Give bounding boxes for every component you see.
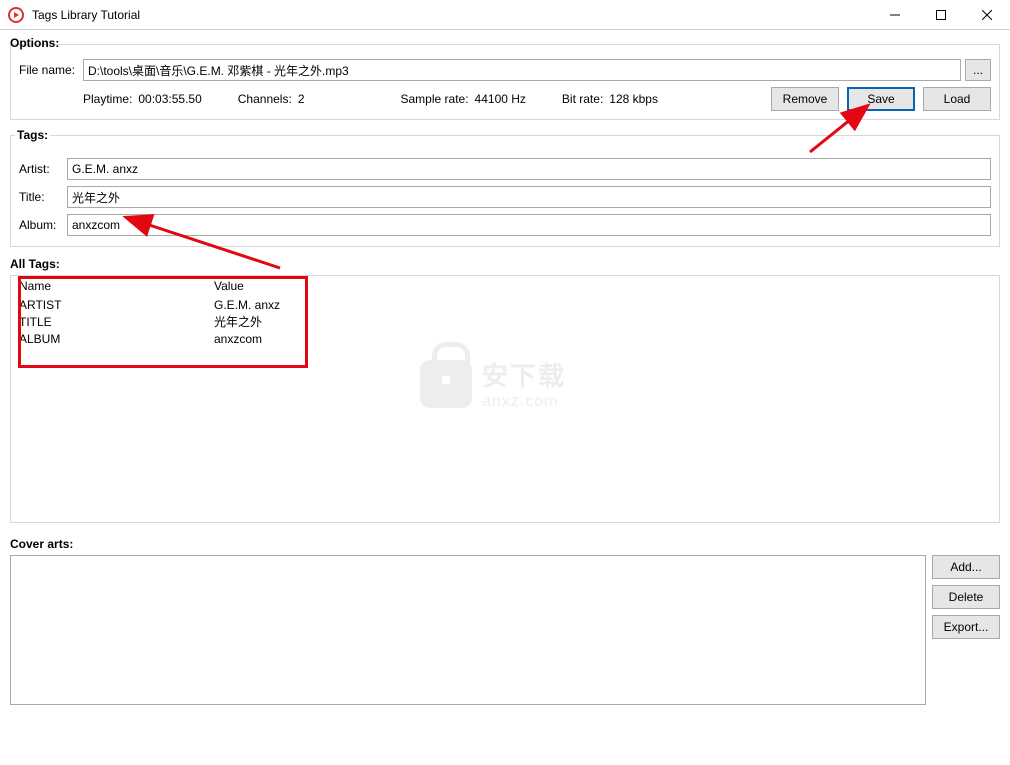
album-input[interactable]: [67, 214, 991, 236]
title-label: Title:: [19, 190, 67, 204]
cover-section-label: Cover arts:: [10, 537, 1000, 551]
tag-value-cell: anxzcom: [210, 330, 315, 347]
tag-name-cell: ALBUM: [15, 330, 210, 347]
browse-button[interactable]: ...: [965, 59, 991, 81]
app-icon: [8, 7, 24, 23]
close-button[interactable]: [964, 0, 1010, 30]
samplerate-label: Sample rate:: [401, 92, 469, 106]
table-row[interactable]: TITLE 光年之外: [15, 313, 315, 330]
tag-name-cell: ARTIST: [15, 296, 210, 313]
file-name-label: File name:: [19, 63, 83, 77]
save-button[interactable]: Save: [847, 87, 915, 111]
alltags-header-name[interactable]: Name: [15, 276, 210, 296]
tag-value-cell: G.E.M. anxz: [210, 296, 315, 313]
tag-name-cell: TITLE: [15, 313, 210, 330]
remove-button[interactable]: Remove: [771, 87, 839, 111]
alltags-section-label: All Tags:: [10, 257, 1000, 271]
channels-label: Channels:: [238, 92, 292, 106]
titlebar: Tags Library Tutorial: [0, 0, 1010, 30]
file-name-input[interactable]: [83, 59, 961, 81]
channels-value: 2: [298, 92, 305, 106]
cover-art-box[interactable]: [10, 555, 926, 705]
album-label: Album:: [19, 218, 67, 232]
all-tags-list[interactable]: Name Value ARTIST G.E.M. anxz TITLE 光年之外…: [10, 275, 1000, 523]
table-row[interactable]: ALBUM anxzcom: [15, 330, 315, 347]
artist-input[interactable]: [67, 158, 991, 180]
alltags-header-value[interactable]: Value: [210, 276, 315, 296]
cover-add-button[interactable]: Add...: [932, 555, 1000, 579]
playtime-label: Playtime:: [83, 92, 132, 106]
window-title: Tags Library Tutorial: [32, 8, 140, 22]
bitrate-label: Bit rate:: [562, 92, 603, 106]
playtime-value: 00:03:55.50: [138, 92, 201, 106]
tag-value-cell: 光年之外: [210, 313, 315, 330]
table-row[interactable]: ARTIST G.E.M. anxz: [15, 296, 315, 313]
artist-label: Artist:: [19, 162, 67, 176]
cover-export-button[interactable]: Export...: [932, 615, 1000, 639]
cover-delete-button[interactable]: Delete: [932, 585, 1000, 609]
maximize-button[interactable]: [918, 0, 964, 30]
title-input[interactable]: [67, 186, 991, 208]
minimize-button[interactable]: [872, 0, 918, 30]
bitrate-value: 128 kbps: [609, 92, 658, 106]
tags-section-label: Tags:: [15, 128, 50, 142]
samplerate-value: 44100 Hz: [475, 92, 526, 106]
options-section-label: Options:: [10, 36, 1000, 50]
load-button[interactable]: Load: [923, 87, 991, 111]
